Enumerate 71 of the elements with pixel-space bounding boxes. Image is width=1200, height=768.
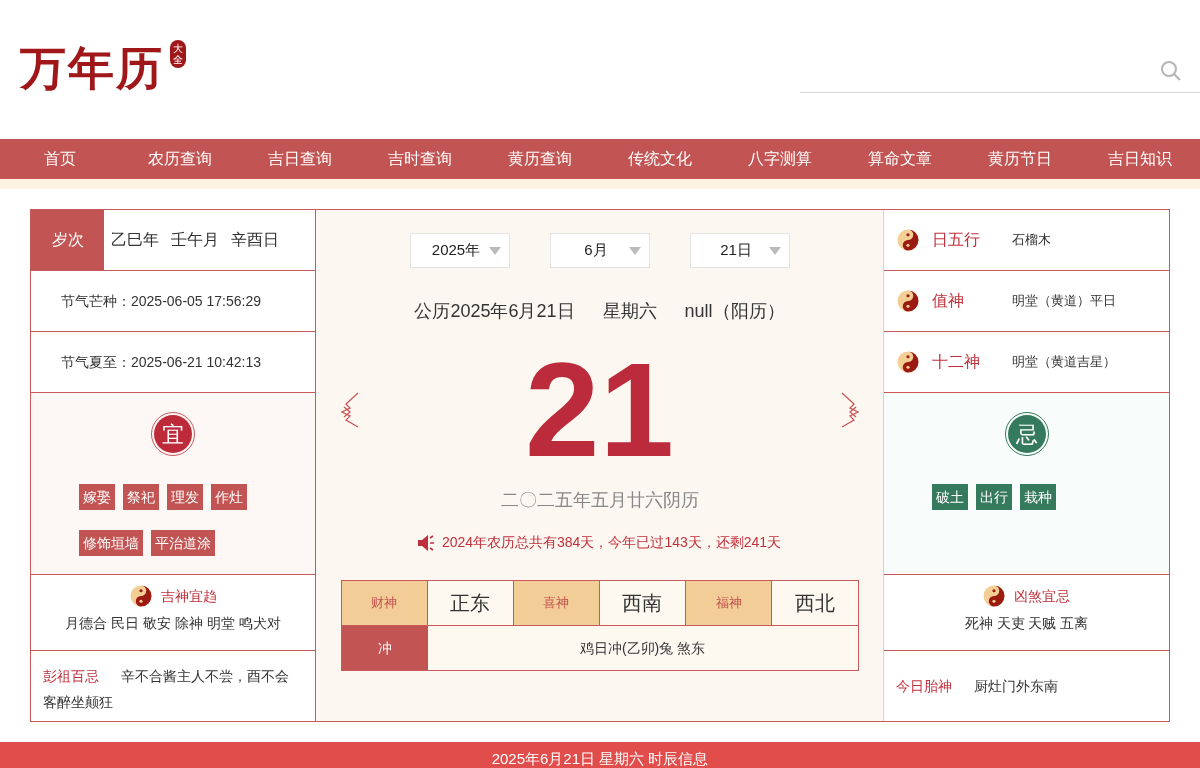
nav-link[interactable]: 吉日知识: [1080, 139, 1200, 179]
solar-date-text: 星期六: [602, 300, 657, 323]
taishen-label: 今日胎神: [896, 676, 952, 696]
nav-link[interactable]: 首页: [0, 139, 120, 179]
ji-badge: 忌: [1007, 415, 1046, 453]
pengzu-text: 彭祖百忌 辛不合酱主人不尝，酉不会客醉坐颠狂: [43, 667, 289, 712]
caret-icon: [768, 246, 781, 255]
chong-text: 鸡日冲(乙卯)兔 煞东: [578, 638, 707, 658]
god-direction: 正东: [427, 581, 514, 625]
god-label: 财神: [341, 581, 428, 625]
yi-tag: 平治道涂: [151, 530, 215, 556]
date-select[interactable]: 21日: [689, 233, 790, 268]
yi-tag: 祭祀: [123, 484, 159, 510]
chong-label: 冲: [341, 626, 428, 670]
info-label: 日五行: [932, 230, 981, 250]
yi-tag: 理发: [167, 484, 203, 510]
nav-link[interactable]: 传统文化: [600, 139, 720, 179]
taishen-value: 厨灶门外东南: [974, 676, 1058, 696]
prev-arrow-icon[interactable]: [339, 392, 360, 428]
date-select[interactable]: 2025年: [409, 233, 510, 268]
notice-text: 2024年农历总共有384天，今年已过143天，还剩241天: [441, 533, 782, 552]
yi-tag: 修饰垣墙: [79, 530, 143, 556]
yi-badge: 宜: [154, 415, 192, 453]
next-arrow-icon[interactable]: [839, 392, 860, 428]
info-label: 值神: [932, 291, 965, 311]
yi-tag: 作灶: [211, 484, 247, 510]
yi-tag: 嫁娶: [79, 484, 115, 510]
footer-banner-text: 2025年6月21日 星期六 时辰信息: [491, 750, 709, 768]
info-value: 明堂（黄道）平日: [1012, 292, 1116, 311]
suici-value: 辛酉日: [231, 230, 279, 250]
solar-date-text: null（阳历）: [684, 300, 785, 323]
jishen-text: 月德合 民日 敬安 除神 明堂 鸣犬对: [65, 614, 281, 633]
nav-link[interactable]: 黄历查询: [480, 139, 600, 179]
date-select[interactable]: 6月: [549, 233, 650, 268]
yin-yang-icon: [983, 585, 1005, 607]
suici-label: 岁次: [31, 210, 104, 270]
lunar-date-text: 二〇二五年五月廿六阴历: [500, 489, 699, 512]
solar-term-text: 节气夏至：2025-06-21 10:42:13: [61, 352, 261, 372]
nav-link[interactable]: 农历查询: [120, 139, 240, 179]
god-label: 福神: [686, 581, 773, 625]
suici-value: 乙巳年: [111, 230, 159, 250]
nav-link[interactable]: 吉时查询: [360, 139, 480, 179]
info-value: 明堂（黄道吉星）: [1012, 353, 1116, 372]
nav-link[interactable]: 八字测算: [720, 139, 840, 179]
ji-tag: 栽种: [1019, 484, 1056, 510]
yin-yang-icon: [897, 229, 919, 251]
ji-tag: 破土: [931, 484, 968, 510]
solar-term-text: 节气芒种：2025-06-05 17:56:29: [61, 291, 261, 311]
nav-link[interactable]: 黄历节日: [960, 139, 1080, 179]
god-direction: 西北: [793, 591, 836, 616]
search-icon[interactable]: [1160, 60, 1182, 82]
ji-tag: 出行: [975, 484, 1012, 510]
yin-yang-icon: [129, 585, 152, 607]
xiongsha-text: 死神 天吏 天贼 五离: [964, 614, 1089, 633]
logo-badge: 大全: [170, 40, 186, 68]
jishen-title: 吉神宜趋: [160, 586, 217, 606]
info-value: 石榴木: [1012, 231, 1051, 250]
god-label: 喜神: [513, 581, 600, 625]
big-day-number: 21: [524, 345, 675, 475]
speaker-icon: [417, 534, 436, 551]
nav-link[interactable]: 吉日查询: [240, 139, 360, 179]
logo-title: 万年历: [20, 41, 164, 96]
suici-value: 壬午月: [171, 230, 219, 250]
solar-date-text: 公历2025年6月21日: [414, 300, 575, 323]
caret-icon: [628, 246, 641, 255]
yin-yang-icon: [897, 290, 919, 312]
caret-icon: [488, 246, 501, 255]
info-label: 十二神: [932, 352, 981, 372]
xiongsha-title: 凶煞宜忌: [1014, 586, 1070, 606]
yin-yang-icon: [897, 351, 919, 373]
nav-link[interactable]: 算命文章: [840, 139, 960, 179]
